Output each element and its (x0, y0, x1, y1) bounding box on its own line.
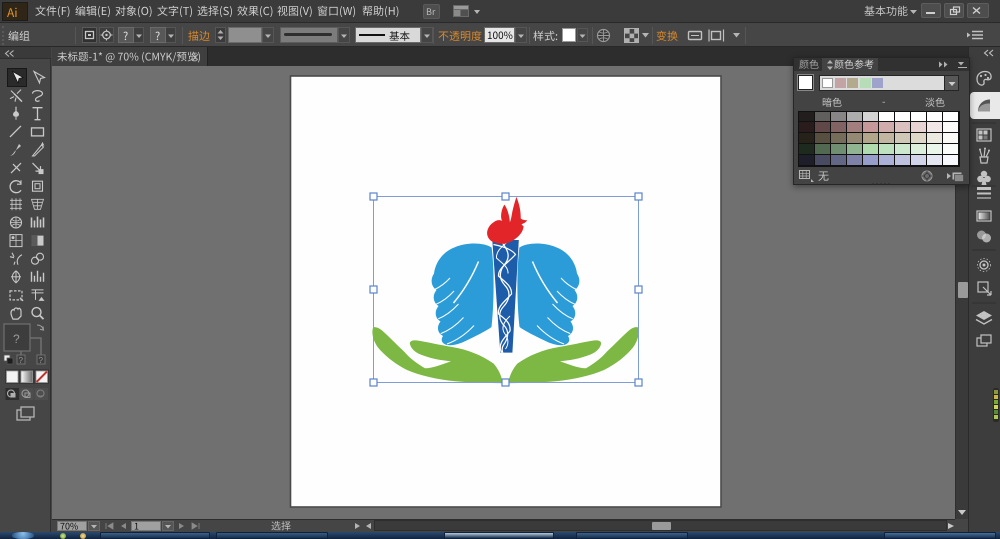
svg-text:?: ? (39, 356, 44, 365)
svg-text:?: ? (13, 332, 20, 346)
svg-text:?: ? (19, 356, 24, 365)
